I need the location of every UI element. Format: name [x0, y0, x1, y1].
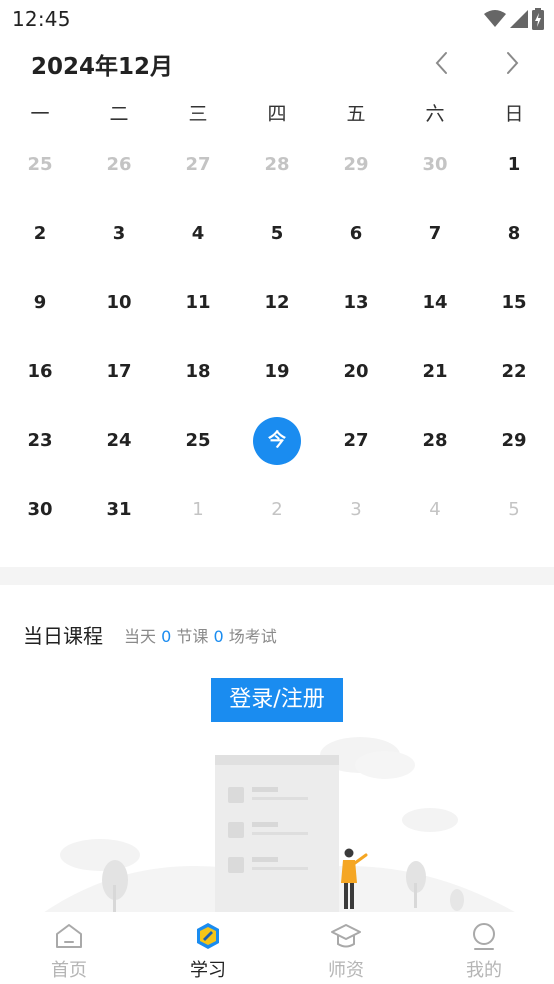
next-month-button[interactable] — [499, 49, 525, 77]
calendar-week: 25 26 27 28 29 30 1 — [0, 145, 554, 185]
calendar-day[interactable]: 19 — [247, 352, 307, 392]
calendar-day[interactable]: 23 — [10, 421, 70, 461]
calendar-day[interactable]: 30 — [405, 145, 465, 185]
home-icon — [56, 924, 82, 948]
chevron-left-icon — [435, 52, 447, 74]
profile-icon — [473, 923, 495, 950]
calendar-day[interactable]: 9 — [10, 283, 70, 323]
status-bar: 12:45 — [0, 0, 554, 40]
calendar-week: 23 24 25 今 27 28 29 — [0, 417, 554, 465]
summary-mid: 节课 — [176, 627, 209, 646]
status-icons — [484, 8, 544, 30]
calendar-day[interactable]: 28 — [405, 421, 465, 461]
calendar-day-today[interactable]: 今 — [247, 421, 307, 461]
calendar-day[interactable]: 25 — [10, 145, 70, 185]
weekday-label: 四 — [267, 103, 287, 125]
calendar-day[interactable]: 4 — [405, 490, 465, 530]
tab-label: 我的 — [466, 960, 502, 981]
calendar-day[interactable]: 1 — [168, 490, 228, 530]
calendar-day[interactable]: 5 — [247, 214, 307, 254]
section-divider — [0, 567, 554, 585]
calendar-day[interactable]: 17 — [89, 352, 149, 392]
calendar-day[interactable]: 3 — [326, 490, 386, 530]
empty-state-illustration — [40, 737, 520, 915]
calendar-day[interactable]: 20 — [326, 352, 386, 392]
calendar-day[interactable]: 5 — [484, 490, 544, 530]
wifi-icon — [484, 10, 506, 27]
weekday-header: 一 二 三 四 五 六 日 — [0, 94, 554, 134]
signal-icon — [510, 10, 528, 28]
calendar-day[interactable]: 24 — [89, 421, 149, 461]
bottom-tab-bar: 首页 学习 师资 我的 — [0, 912, 554, 984]
calendar-day[interactable]: 14 — [405, 283, 465, 323]
status-time: 12:45 — [12, 7, 71, 31]
calendar-day[interactable]: 21 — [405, 352, 465, 392]
exam-count: 0 — [213, 627, 224, 646]
tab-home[interactable]: 首页 — [19, 912, 119, 984]
tab-teachers[interactable]: 师资 — [296, 912, 396, 984]
battery-icon — [532, 8, 544, 30]
tab-label: 学习 — [190, 960, 226, 981]
calendar-day[interactable]: 28 — [247, 145, 307, 185]
calendar-day[interactable]: 7 — [405, 214, 465, 254]
weekday-label: 日 — [504, 103, 524, 125]
calendar-day[interactable]: 16 — [10, 352, 70, 392]
calendar-day[interactable]: 12 — [247, 283, 307, 323]
calendar-day[interactable]: 3 — [89, 214, 149, 254]
calendar-day[interactable]: 2 — [10, 214, 70, 254]
calendar-day[interactable]: 1 — [484, 145, 544, 185]
lesson-count: 0 — [161, 627, 172, 646]
calendar-day[interactable]: 27 — [168, 145, 228, 185]
summary-suffix: 场考试 — [228, 627, 277, 646]
calendar-day[interactable]: 30 — [10, 490, 70, 530]
tab-study[interactable]: 学习 — [158, 912, 258, 984]
tab-label: 首页 — [51, 960, 87, 981]
calendar-day[interactable]: 2 — [247, 490, 307, 530]
calendar-day[interactable]: 4 — [168, 214, 228, 254]
calendar-day[interactable]: 29 — [326, 145, 386, 185]
login-register-button[interactable]: 登录/注册 — [211, 678, 343, 722]
weekday-label: 三 — [188, 103, 208, 125]
calendar-day[interactable]: 11 — [168, 283, 228, 323]
calendar-day[interactable]: 25 — [168, 421, 228, 461]
weekday-label: 二 — [109, 103, 129, 125]
weekday-label: 五 — [346, 103, 366, 125]
calendar-day[interactable]: 8 — [484, 214, 544, 254]
tab-label: 师资 — [328, 960, 364, 981]
calendar-day[interactable]: 27 — [326, 421, 386, 461]
calendar-week: 9 10 11 12 13 14 15 — [0, 283, 554, 323]
weekday-label: 六 — [425, 103, 445, 125]
previous-month-button[interactable] — [429, 49, 455, 77]
study-icon — [197, 923, 219, 949]
course-summary: 当天 0 节课 0 场考试 — [124, 623, 277, 647]
calendar-day[interactable]: 26 — [89, 145, 149, 185]
calendar-day[interactable]: 6 — [326, 214, 386, 254]
tab-profile[interactable]: 我的 — [434, 912, 534, 984]
daily-course-title: 当日课程 — [23, 624, 103, 648]
chevron-right-icon — [507, 52, 519, 74]
calendar-day[interactable]: 15 — [484, 283, 544, 323]
calendar-week: 16 17 18 19 20 21 22 — [0, 352, 554, 392]
calendar-week: 2 3 4 5 6 7 8 — [0, 214, 554, 254]
calendar-day[interactable]: 31 — [89, 490, 149, 530]
calendar-day[interactable]: 10 — [89, 283, 149, 323]
calendar-week: 30 31 1 2 3 4 5 — [0, 490, 554, 530]
calendar-day[interactable]: 22 — [484, 352, 544, 392]
app-screen: 12:45 2024年12月 一 二 三 四 五 六 日 25 26 27 28… — [0, 0, 554, 984]
calendar-day[interactable]: 18 — [168, 352, 228, 392]
summary-prefix: 当天 — [124, 627, 157, 646]
calendar-day[interactable]: 29 — [484, 421, 544, 461]
calendar-day[interactable]: 13 — [326, 283, 386, 323]
calendar-month-title: 2024年12月 — [31, 54, 174, 80]
weekday-label: 一 — [30, 103, 50, 125]
teacher-icon — [331, 924, 361, 948]
